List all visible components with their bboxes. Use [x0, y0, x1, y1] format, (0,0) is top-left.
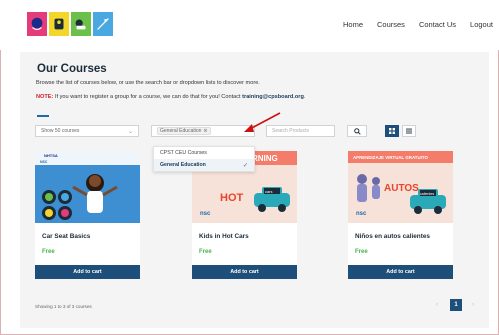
banner-text: APRENDIZAJE VIRTUAL GRATUITO: [353, 155, 428, 160]
prev-page-button[interactable]: ‹: [432, 299, 442, 311]
page-1-button[interactable]: 1: [450, 299, 462, 311]
note-end: .: [303, 94, 306, 100]
nsc-text: nsc: [200, 211, 211, 217]
category-chip-label: General Education: [160, 127, 202, 134]
course-card[interactable]: NHTSA NSC Car Seat Basics Free Add to ca…: [35, 151, 140, 279]
course-card[interactable]: APRENDIZAJE VIRTUAL GRATUITO AUTOS calie…: [348, 151, 453, 279]
course-title[interactable]: Kids in Hot Cars: [199, 233, 249, 240]
nav-courses-link[interactable]: Courses: [377, 20, 405, 29]
note-label: NOTE:: [36, 94, 54, 100]
nav-logout-link[interactable]: Logout: [470, 20, 493, 29]
page-subtitle: Browse the list of courses below, or use…: [36, 80, 260, 86]
search-button[interactable]: [347, 125, 367, 137]
course-image[interactable]: APRENDIZAJE VIRTUAL GRATUITO AUTOS calie…: [348, 151, 453, 223]
grid-icon: [389, 128, 395, 134]
course-price: Free: [355, 249, 368, 255]
check-icon: ✓: [242, 162, 248, 169]
chevron-down-icon: ⌄: [127, 128, 133, 135]
partner-logos: [27, 12, 113, 36]
hot-car-logo-icon[interactable]: [71, 12, 91, 36]
add-to-cart-button[interactable]: Add to cart: [348, 265, 453, 279]
course-title[interactable]: Niños en autos calientes: [355, 233, 430, 240]
title-accent-rule: [37, 115, 49, 117]
pedestrian-logo-icon[interactable]: [93, 12, 113, 36]
page-title: Our Courses: [37, 63, 107, 75]
nsc-text: NSC: [40, 160, 48, 164]
category-option-label: General Education: [160, 162, 206, 168]
list-icon: [406, 128, 412, 134]
grid-view-button[interactable]: [385, 125, 399, 137]
show-count-select[interactable]: Show 50 courses ⌄: [35, 125, 139, 137]
cars-text: cars: [265, 189, 273, 194]
nav-home-link[interactable]: Home: [343, 20, 363, 29]
autos-text: AUTOS: [384, 183, 419, 194]
category-dropdown-menu: CPST CEU Courses General Education ✓: [153, 146, 255, 172]
show-count-value: Show 50 courses: [41, 128, 80, 134]
top-nav: Home Courses Contact Us Logout: [343, 20, 493, 29]
add-to-cart-button[interactable]: Add to cart: [35, 265, 140, 279]
course-price: Free: [42, 249, 55, 255]
add-to-cart-button[interactable]: Add to cart: [192, 265, 297, 279]
search-icon: [353, 127, 361, 135]
results-summary: Showing 1 to 3 of 3 courses: [35, 304, 92, 309]
nsc-text: nsc: [356, 211, 367, 217]
calientes-text: calientes: [420, 192, 434, 196]
next-page-button[interactable]: ›: [468, 299, 478, 311]
nav-contact-link[interactable]: Contact Us: [419, 20, 456, 29]
category-option-selected[interactable]: General Education ✓: [154, 159, 254, 171]
group-note: NOTE: If you want to register a group fo…: [36, 94, 305, 100]
hot-text: HOT: [220, 192, 244, 204]
site-header: Home Courses Contact Us Logout: [0, 0, 499, 50]
courses-panel: Our Courses Browse the list of courses b…: [20, 52, 489, 328]
car-seat-logo-icon[interactable]: [49, 12, 69, 36]
category-chip[interactable]: General Education ⊗: [157, 127, 211, 135]
category-option[interactable]: CPST CEU Courses: [154, 147, 254, 159]
search-placeholder: Search Products: [272, 128, 309, 134]
chip-remove-icon[interactable]: ⊗: [203, 128, 207, 135]
course-price: Free: [199, 249, 212, 255]
search-input[interactable]: Search Products: [266, 125, 335, 137]
nhtsa-text: NHTSA: [44, 153, 58, 158]
course-image[interactable]: NHTSA NSC: [35, 151, 140, 223]
list-view-button[interactable]: [402, 125, 416, 137]
contact-email-link[interactable]: training@cpsboard.org: [242, 94, 304, 100]
category-select[interactable]: General Education ⊗: [151, 125, 255, 137]
course-title[interactable]: Car Seat Basics: [42, 233, 90, 240]
note-text: If you want to register a group for a co…: [53, 94, 243, 100]
stop-sign-logo-icon[interactable]: [27, 12, 47, 36]
category-option-label: CPST CEU Courses: [160, 150, 207, 156]
